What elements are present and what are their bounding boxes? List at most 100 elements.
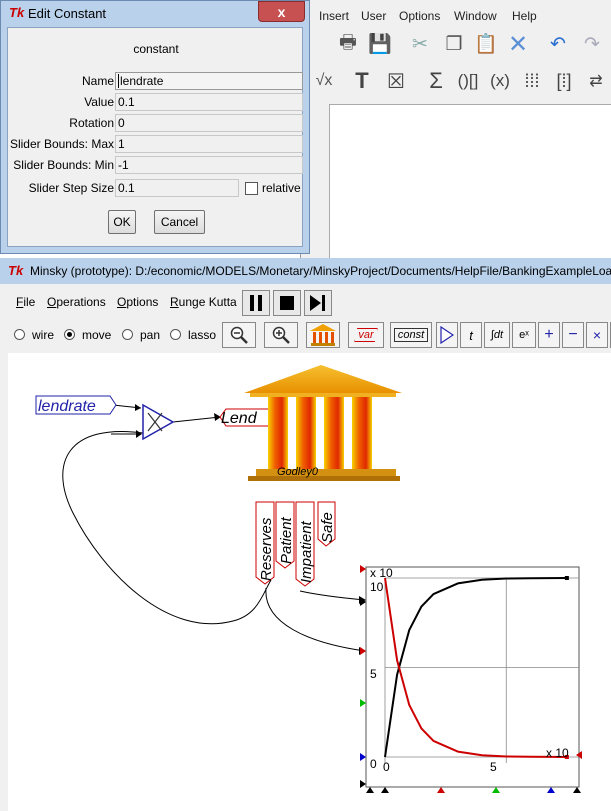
plot-port-marker[interactable] <box>360 753 366 761</box>
plot-port-marker[interactable] <box>366 787 374 793</box>
radio-wire[interactable] <box>14 329 25 340</box>
dialog-title: Edit Constant <box>28 6 107 21</box>
lend-variable[interactable]: Lend <box>219 408 274 427</box>
stop-button[interactable] <box>273 290 301 316</box>
matrix-icon[interactable]: ⁞⁞⁞ <box>519 68 545 94</box>
slider-max-field[interactable]: 1 <box>115 135 303 153</box>
radio-pan[interactable] <box>122 329 133 340</box>
minsky-titlebar[interactable]: Tk Minsky (prototype): D:/economic/MODEL… <box>0 258 611 284</box>
multiply-button[interactable]: × <box>586 322 608 348</box>
cut-icon[interactable]: ✂ <box>407 31 433 57</box>
plot-port-marker[interactable] <box>573 787 581 793</box>
brackets-icon[interactable]: ()[] <box>455 68 481 94</box>
godley-label: Godley0 <box>277 466 319 478</box>
wire-impatient-to-plot[interactable] <box>299 590 366 601</box>
step-button[interactable] <box>304 290 332 316</box>
arrowhead <box>135 404 141 411</box>
redo-icon[interactable]: ↷ <box>579 31 605 57</box>
menu-insert[interactable]: Insert <box>319 9 349 23</box>
lendrate-variable[interactable]: lendrate <box>35 395 117 415</box>
stock-safe[interactable]: Safe <box>317 501 336 547</box>
dialog-body: constant Name lendrate Value 0.1 Rotatio… <box>7 27 303 247</box>
zoom-out-icon <box>230 326 248 344</box>
stock-patient[interactable]: Patient <box>275 501 295 569</box>
zoom-in-icon <box>272 326 290 344</box>
relative-checkbox[interactable] <box>245 182 258 195</box>
subtract-button[interactable]: − <box>562 322 584 348</box>
wire-patient-loop[interactable] <box>62 431 272 625</box>
menu-operations[interactable]: Operations <box>47 295 106 309</box>
zoom-in-button[interactable] <box>264 322 298 348</box>
boxed-x-icon[interactable]: ☒ <box>383 68 409 94</box>
close-icon: x <box>277 3 286 20</box>
name-field[interactable]: lendrate <box>115 72 303 90</box>
plot-port-marker[interactable] <box>437 787 445 793</box>
copy-icon[interactable]: ❐ <box>441 31 467 57</box>
ok-button[interactable]: OK <box>108 210 136 234</box>
multiply-operator[interactable] <box>142 403 175 441</box>
bracket-matrix-icon[interactable]: [⁞] <box>551 68 577 94</box>
background-document-area[interactable] <box>329 104 611 260</box>
slider-step-field[interactable]: 0.1 <box>115 179 239 197</box>
plot-port-marker[interactable] <box>360 647 366 655</box>
edit-constant-dialog: Tk Edit Constant x constant Name lendrat… <box>0 0 310 254</box>
stop-icon <box>280 296 294 310</box>
save-icon[interactable]: 💾 <box>367 31 393 57</box>
lend-var-label: Lend <box>221 410 258 427</box>
minus-icon: − <box>568 326 578 343</box>
godley-table-button[interactable] <box>306 322 340 348</box>
tk-logo-icon: Tk <box>8 263 24 278</box>
minsky-menubar: File Operations Options Runge Kutta <box>8 288 611 318</box>
paste-icon[interactable]: 📋 <box>473 31 499 57</box>
y-tick-label: 0 <box>370 757 377 771</box>
radio-move[interactable] <box>64 329 75 340</box>
mode-move-label: move <box>82 328 112 342</box>
plot-port-marker[interactable] <box>360 565 366 573</box>
slider-min-field[interactable]: -1 <box>115 156 303 174</box>
menu-window[interactable]: Window <box>454 9 497 23</box>
sqrt-icon[interactable]: √x <box>311 68 337 94</box>
play-triangle-button[interactable] <box>436 322 458 348</box>
menu-options[interactable]: Options <box>117 295 158 309</box>
swap-icon[interactable]: ⇄ <box>583 68 609 94</box>
print-icon[interactable]: 🖶 <box>335 31 361 57</box>
sum-icon[interactable]: Σ <box>423 68 449 94</box>
wire-mult-to-lend[interactable] <box>172 416 221 423</box>
delete-icon[interactable]: ✕ <box>505 31 531 58</box>
undo-icon[interactable]: ↶ <box>545 31 571 57</box>
close-button[interactable]: x <box>258 1 305 22</box>
exp-button[interactable]: eˣ <box>512 322 536 348</box>
tk-logo-icon: Tk <box>9 5 25 20</box>
time-button[interactable]: t <box>460 322 482 348</box>
add-button[interactable]: + <box>538 322 560 348</box>
stock-reserves[interactable]: Reserves <box>255 501 275 585</box>
menu-help[interactable]: Help <box>512 9 537 23</box>
relative-label: relative <box>262 181 301 195</box>
plot-port-marker[interactable] <box>492 787 500 793</box>
model-canvas[interactable]: lendrate Lend Godley0 Reserves Patient I… <box>8 353 611 811</box>
value-field[interactable]: 0.1 <box>115 93 303 111</box>
dialog-titlebar[interactable]: Tk Edit Constant x <box>1 1 309 26</box>
pause-button[interactable] <box>242 290 270 316</box>
const-button[interactable]: const <box>390 322 432 348</box>
stock-impatient[interactable]: Impatient <box>295 501 315 587</box>
plot-port-marker[interactable] <box>360 780 366 788</box>
text-icon[interactable]: T <box>349 68 375 94</box>
menu-user[interactable]: User <box>361 9 386 23</box>
plot-widget[interactable]: x 10 x 10 10 5 0 0 5 <box>360 565 582 793</box>
rotation-field[interactable]: 0 <box>115 114 303 132</box>
plot-port-marker[interactable] <box>381 787 389 793</box>
plot-port-marker[interactable] <box>547 787 555 793</box>
paren-x-icon[interactable]: (x) <box>487 68 513 94</box>
menu-file[interactable]: File <box>16 295 35 309</box>
radio-lasso[interactable] <box>170 329 181 340</box>
var-button[interactable]: var <box>348 322 384 348</box>
wire-reserves-to-plot[interactable] <box>265 587 366 652</box>
zoom-out-button[interactable] <box>222 322 256 348</box>
menu-runge-kutta[interactable]: Runge Kutta <box>170 295 237 309</box>
integral-button[interactable]: ∫dt <box>484 322 510 348</box>
cancel-button[interactable]: Cancel <box>154 210 205 234</box>
menu-options[interactable]: Options <box>399 9 440 23</box>
plot-port-marker[interactable] <box>360 699 366 707</box>
y-tick-label: 5 <box>370 667 377 681</box>
